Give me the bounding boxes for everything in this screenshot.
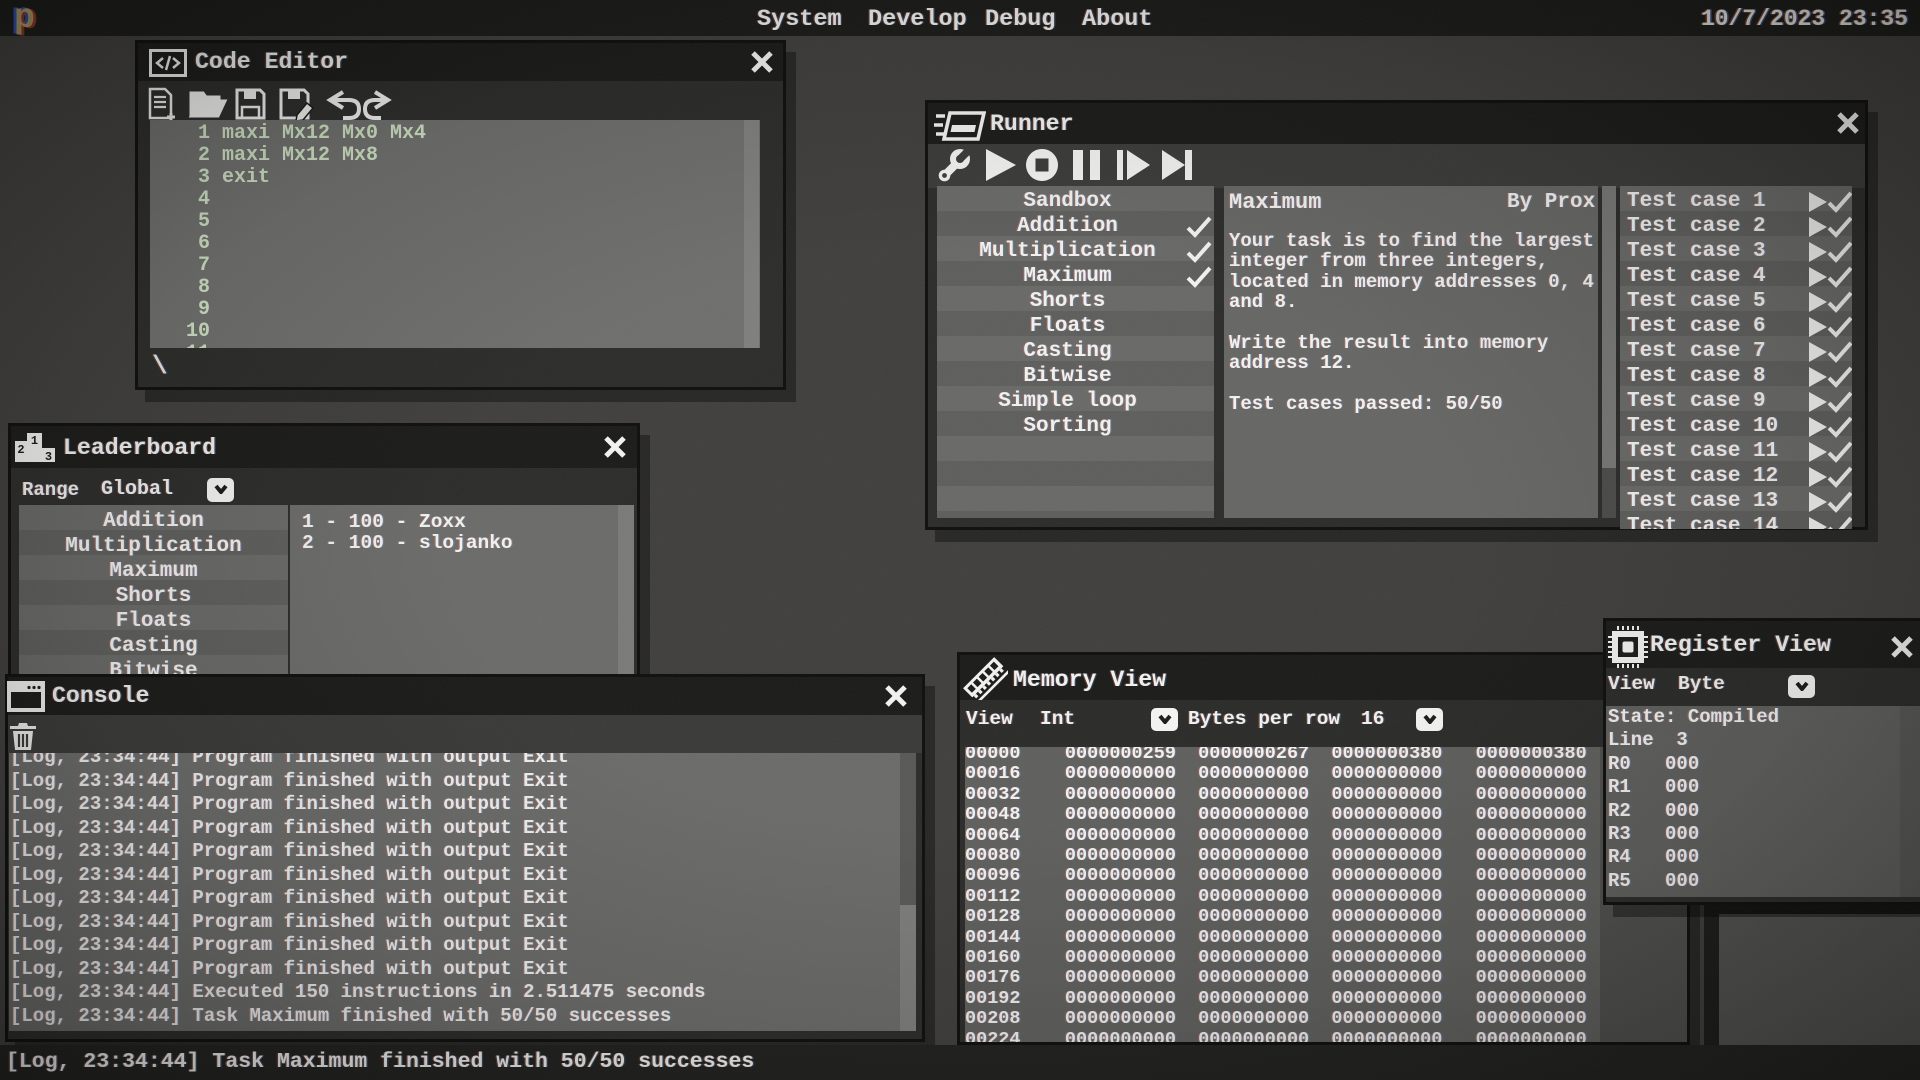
svg-text:3: 3 [45, 450, 52, 462]
svg-text:1: 1 [31, 434, 38, 448]
svg-text:2: 2 [17, 443, 24, 457]
